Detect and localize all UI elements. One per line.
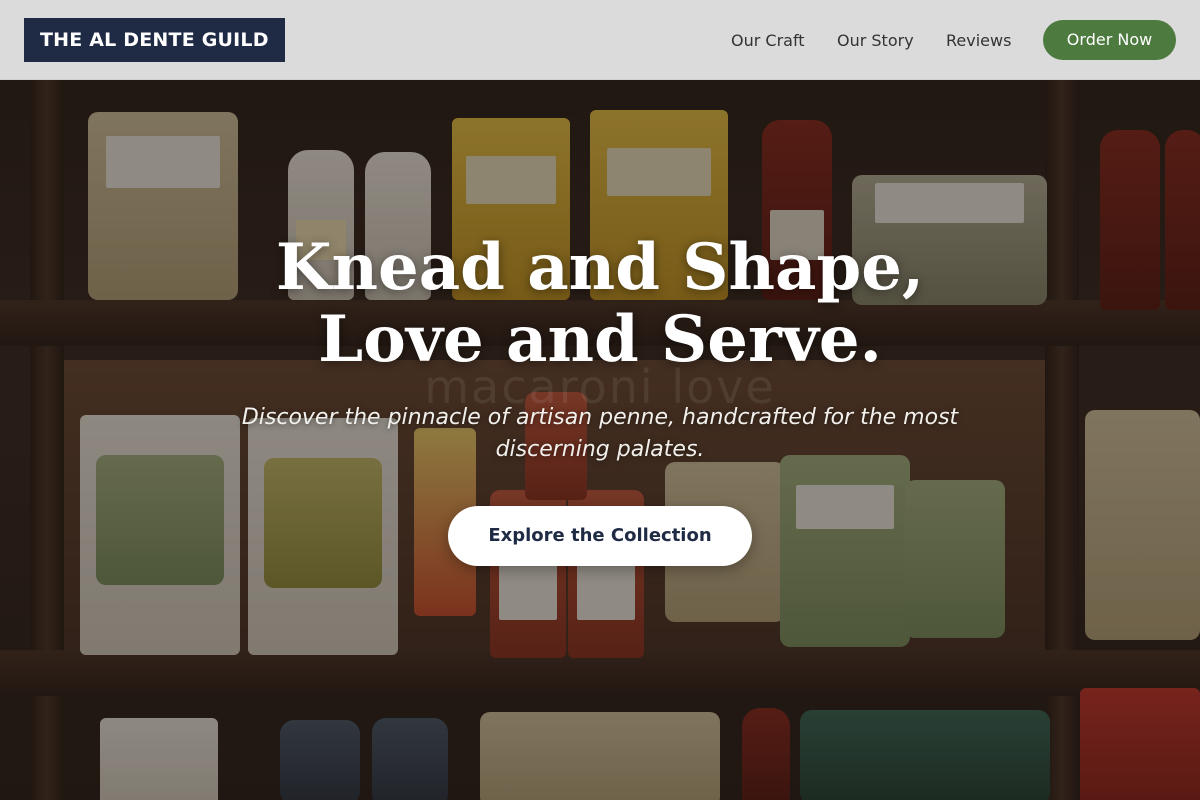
hero-headline: Knead and Shape, Love and Serve.: [0, 232, 1200, 376]
nav-link-reviews[interactable]: Reviews: [946, 0, 1011, 80]
hero-headline-line1: Knead and Shape,: [275, 230, 925, 305]
brand-logo[interactable]: THE AL DENTE GUILD: [24, 18, 285, 62]
explore-collection-button[interactable]: Explore the Collection: [448, 506, 752, 566]
nav-link-our-craft[interactable]: Our Craft: [731, 0, 805, 80]
site-header: THE AL DENTE GUILD Our Craft Our Story R…: [0, 0, 1200, 80]
order-now-button[interactable]: Order Now: [1043, 20, 1176, 60]
nav-link-our-story[interactable]: Our Story: [837, 0, 914, 80]
hero-subtitle: Discover the pinnacle of artisan penne, …: [241, 405, 959, 462]
